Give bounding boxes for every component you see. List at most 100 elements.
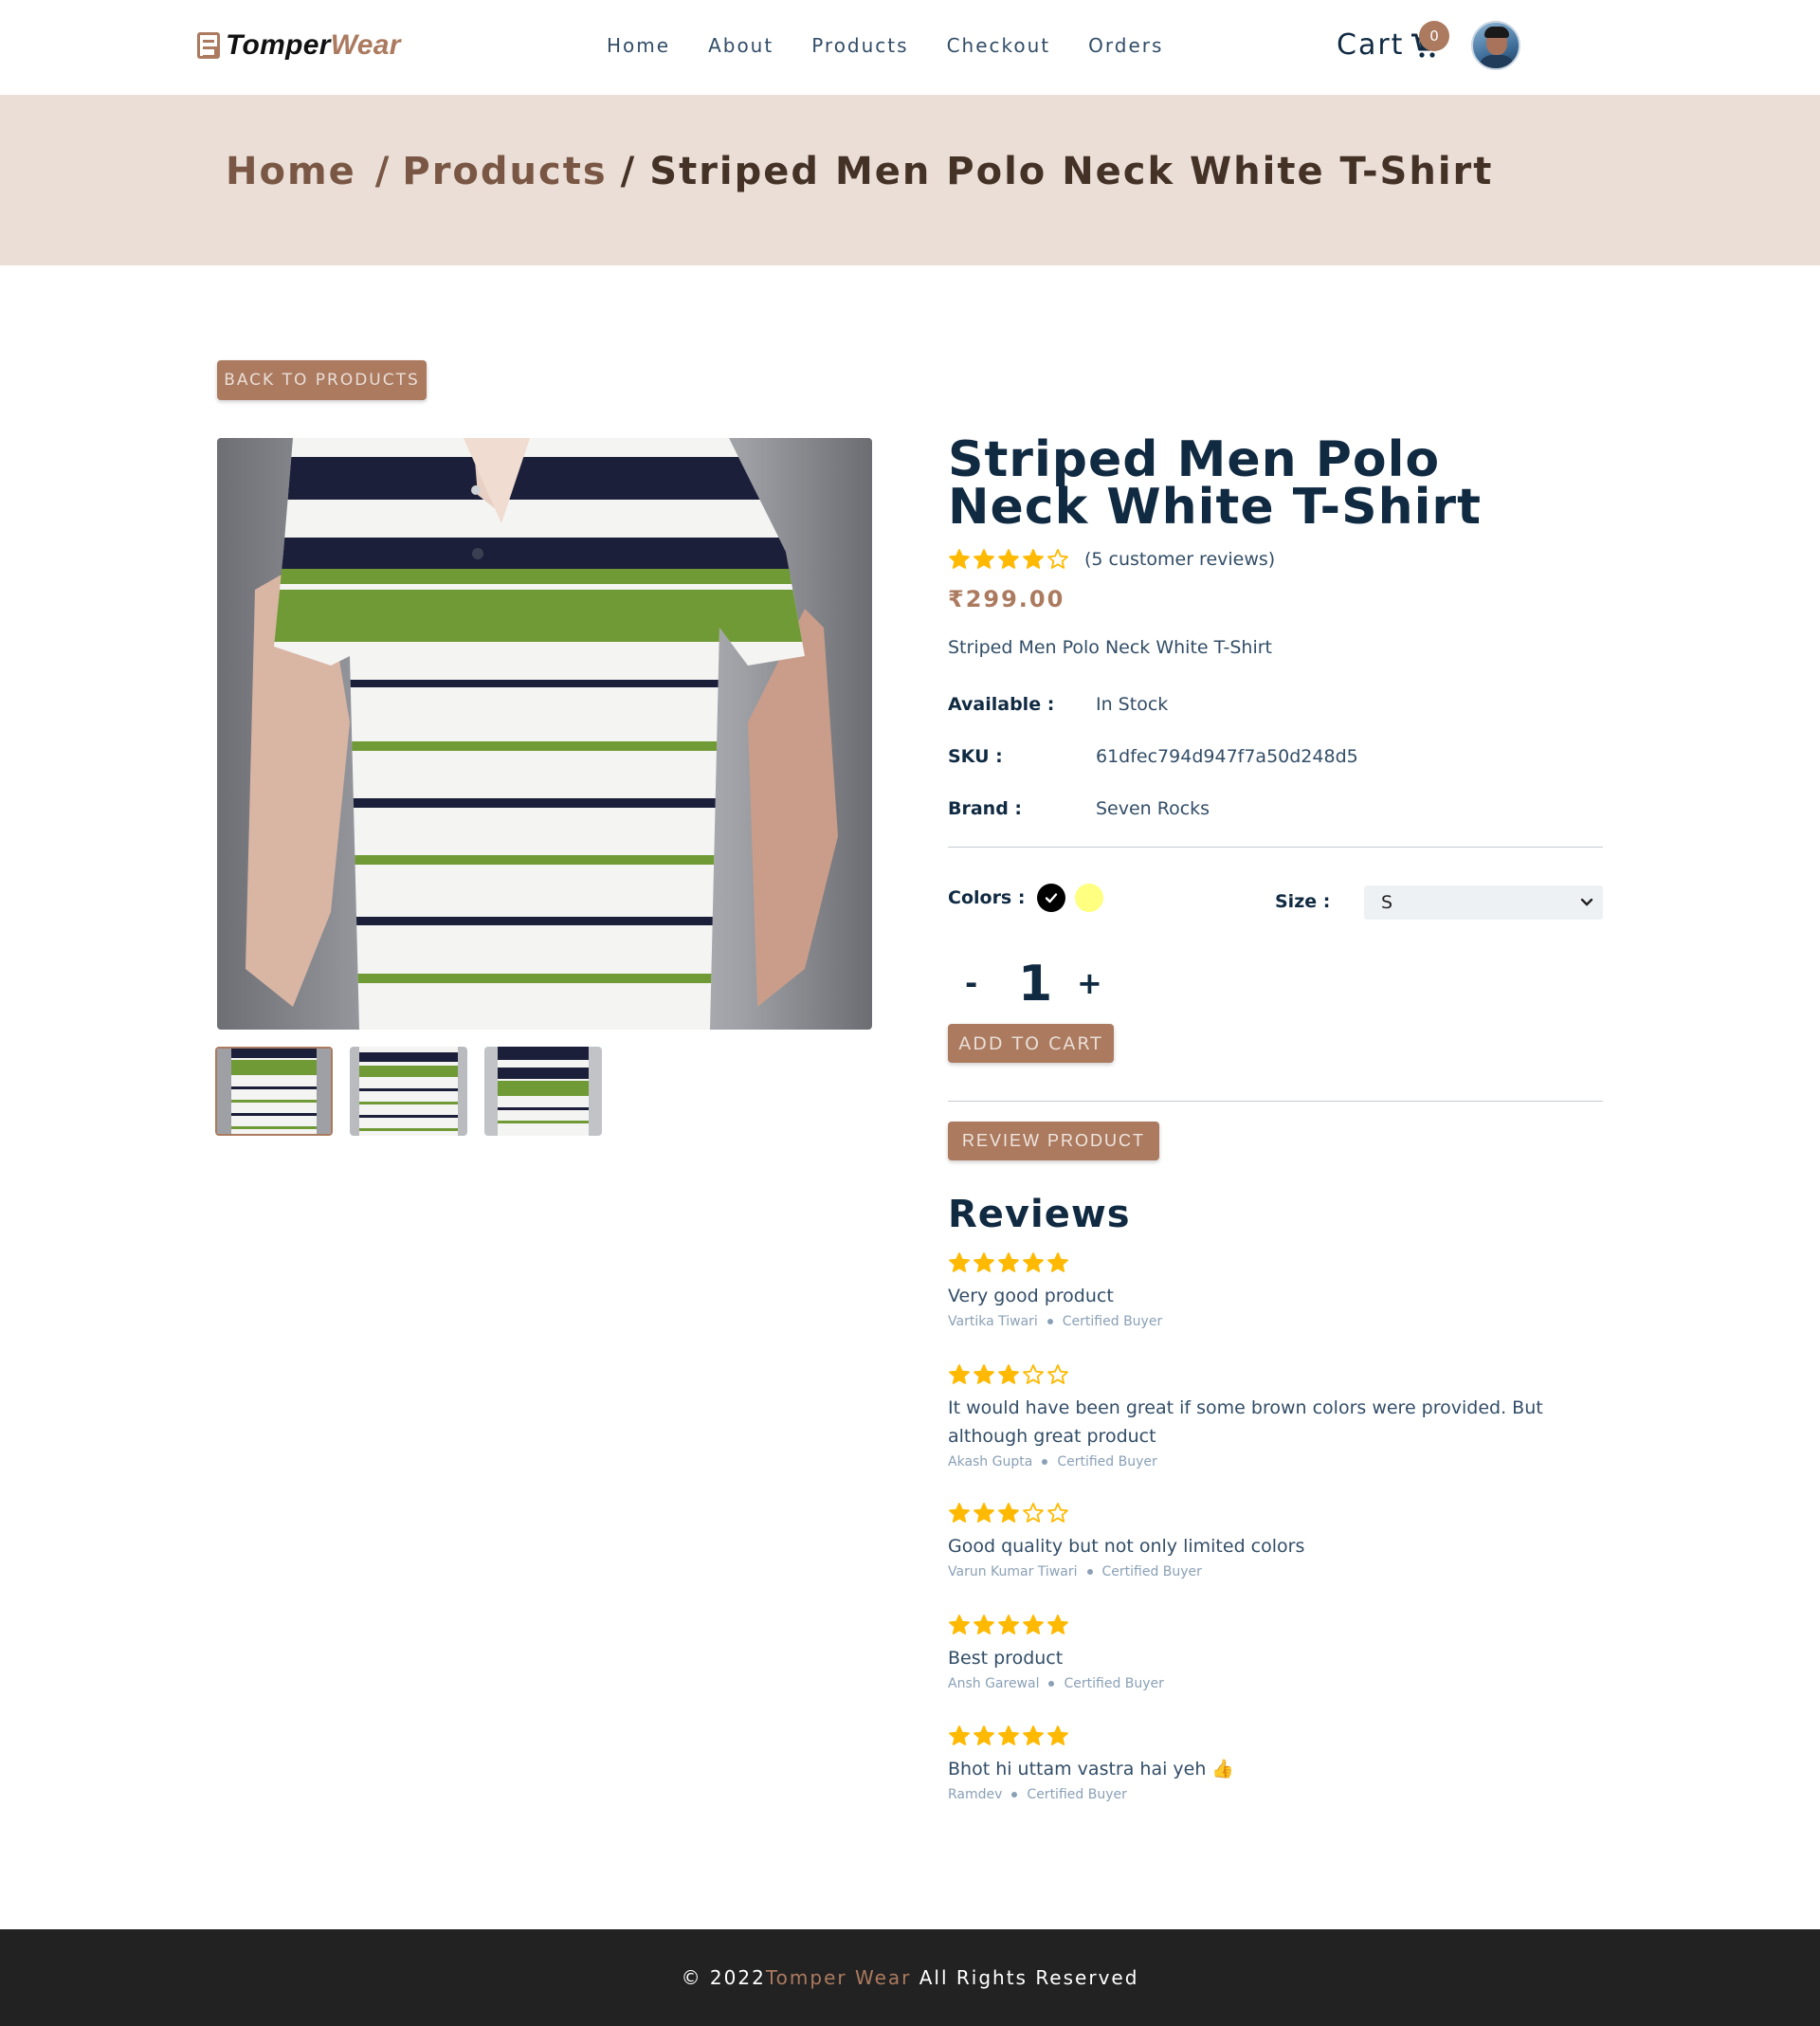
brand-label: Brand : — [948, 798, 1023, 819]
add-to-cart-button[interactable]: Add to cart — [948, 1024, 1114, 1063]
checkmark-icon — [1045, 893, 1058, 903]
reviews-heading: Reviews — [948, 1193, 1131, 1236]
star-filled-icon — [974, 1252, 994, 1272]
logo-text: TomperWear — [226, 29, 401, 61]
review-comment: It would have been great if some brown c… — [948, 1397, 1543, 1447]
star-empty-icon — [1047, 549, 1068, 569]
shopping-bag-icon — [197, 32, 220, 59]
review-stars — [948, 1502, 1611, 1524]
rating-stars — [948, 548, 1071, 571]
review-count[interactable]: (5 customer reviews) — [1084, 549, 1275, 570]
nav-link-checkout[interactable]: Checkout — [947, 34, 1051, 57]
star-filled-icon — [974, 549, 994, 569]
star-filled-icon — [1047, 1252, 1068, 1272]
star-filled-icon — [998, 549, 1019, 569]
nav-link-products[interactable]: Products — [811, 34, 908, 57]
review-author: Varun Kumar Tiwari — [948, 1564, 1078, 1579]
star-filled-icon — [1047, 1725, 1068, 1745]
star-empty-icon — [1023, 1503, 1044, 1523]
star-filled-icon — [1023, 1725, 1044, 1745]
review-meta: Vartika Tiwari Certified Buyer — [948, 1314, 1611, 1329]
product-rating: (5 customer reviews) — [948, 548, 1275, 571]
footer: © 2022Tomper Wear All Rights Reserved — [0, 1929, 1820, 2026]
star-filled-icon — [998, 1615, 1019, 1634]
review-product-button[interactable]: REVIEW PRODUCT — [948, 1122, 1159, 1160]
divider — [948, 1101, 1603, 1102]
star-filled-icon — [974, 1503, 994, 1523]
availability-value: In Stock — [1096, 694, 1169, 715]
star-empty-icon — [1023, 1364, 1044, 1384]
availability-label: Available : — [948, 694, 1055, 715]
review-badge: Certified Buyer — [1101, 1564, 1202, 1579]
size-selected-value: S — [1381, 892, 1393, 913]
review-comment: Bhot hi uttam vastra hai yeh 👍 — [948, 1759, 1235, 1780]
review-item: It would have been great if some brown c… — [948, 1363, 1611, 1469]
review-author: Akash Gupta — [948, 1454, 1033, 1469]
color-swatch-black[interactable] — [1037, 884, 1065, 912]
star-filled-icon — [1023, 1615, 1044, 1634]
review-badge: Certified Buyer — [1057, 1454, 1157, 1469]
thumbnail-image-3[interactable] — [484, 1047, 602, 1136]
review-meta: Varun Kumar Tiwari Certified Buyer — [948, 1564, 1611, 1579]
breadcrumb-home[interactable]: Home — [226, 150, 356, 193]
review-author: Ansh Garewal — [948, 1676, 1040, 1691]
nav-link-orders[interactable]: Orders — [1088, 34, 1163, 57]
back-to-products-button[interactable]: Back to products — [217, 360, 427, 400]
thumbnail-image-1[interactable] — [215, 1047, 333, 1136]
review-item: Good quality but not only limited colors… — [948, 1502, 1611, 1579]
review-stars — [948, 1363, 1611, 1386]
review-stars — [948, 1614, 1611, 1636]
product-main-image — [217, 438, 872, 1030]
breadcrumb-separator: / — [374, 150, 391, 193]
chevron-down-icon — [1580, 898, 1593, 906]
review-item: Bhot hi uttam vastra hai yeh 👍 Ramdev Ce… — [948, 1725, 1611, 1802]
sku-row: SKU : 61dfec794d947f7a50d248d5 — [948, 746, 1358, 767]
breadcrumb-products[interactable]: Products — [402, 150, 607, 193]
quantity-value: 1 — [1018, 956, 1053, 1013]
quantity-increase-button[interactable]: + — [1077, 965, 1102, 1001]
colors-label: Colors : — [948, 887, 1026, 908]
logo[interactable]: TomperWear — [197, 27, 401, 64]
star-filled-icon — [949, 1364, 970, 1384]
review-stars — [948, 1725, 1611, 1747]
review-badge: Certified Buyer — [1027, 1787, 1127, 1802]
nav-link-home[interactable]: Home — [607, 34, 670, 57]
nav-link-about[interactable]: About — [708, 34, 774, 57]
brand-value: Seven Rocks — [1096, 798, 1210, 819]
star-filled-icon — [949, 1503, 970, 1523]
brand-row: Brand : Seven Rocks — [948, 798, 1210, 819]
review-badge: Certified Buyer — [1062, 1314, 1163, 1329]
size-label: Size : — [1275, 891, 1331, 912]
review-item: Best product Ansh Garewal Certified Buye… — [948, 1614, 1611, 1691]
review-badge: Certified Buyer — [1064, 1676, 1164, 1691]
star-empty-icon — [1047, 1364, 1068, 1384]
star-filled-icon — [998, 1503, 1019, 1523]
navbar: TomperWear Home About Products Checkout … — [0, 0, 1820, 95]
review-stars — [948, 1251, 1611, 1274]
cart-count-badge: 0 — [1419, 21, 1449, 51]
star-filled-icon — [949, 1725, 970, 1745]
product-thumbnails — [215, 1047, 619, 1136]
quantity-decrease-button[interactable]: - — [965, 965, 977, 1001]
star-filled-icon — [949, 1252, 970, 1272]
cart-label: Cart — [1337, 28, 1405, 62]
product-price: ₹299.00 — [948, 586, 1065, 612]
review-meta: Ramdev Certified Buyer — [948, 1787, 1611, 1802]
striped-tshirt-image — [246, 438, 838, 1030]
user-avatar[interactable] — [1471, 21, 1520, 70]
star-filled-icon — [949, 549, 970, 569]
size-select[interactable]: S — [1364, 885, 1603, 920]
product-description: Striped Men Polo Neck White T-Shirt — [948, 637, 1272, 658]
star-filled-icon — [949, 1615, 970, 1634]
review-item: Very good product Vartika Tiwari Certifi… — [948, 1251, 1611, 1329]
review-comment: Good quality but not only limited colors — [948, 1536, 1305, 1557]
product-title: Striped Men Polo Neck White T-Shirt — [948, 431, 1482, 536]
star-filled-icon — [998, 1725, 1019, 1745]
review-comment: Best product — [948, 1648, 1064, 1669]
color-swatch-yellow[interactable] — [1075, 884, 1103, 912]
breadcrumb-current: Striped Men Polo Neck White T-Shirt — [649, 150, 1494, 193]
thumbnail-image-2[interactable] — [350, 1047, 467, 1136]
star-filled-icon — [1047, 1615, 1068, 1634]
colors-row: Colors : — [948, 884, 1113, 912]
review-author: Ramdev — [948, 1787, 1003, 1802]
